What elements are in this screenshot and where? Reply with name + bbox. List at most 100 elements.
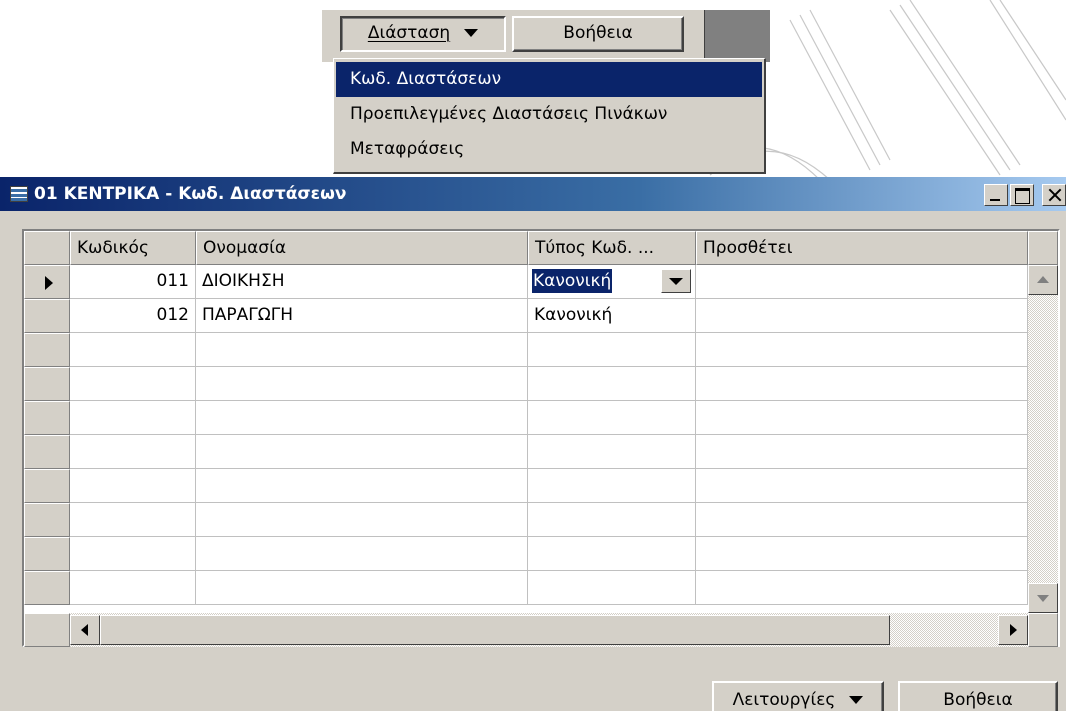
empty-cell[interactable]: [528, 435, 696, 469]
empty-cell[interactable]: [70, 401, 196, 435]
row-selector[interactable]: [24, 299, 70, 333]
cell-type-combobox[interactable]: Κανονική: [528, 265, 696, 299]
empty-cell[interactable]: [196, 435, 528, 469]
footer-row-selector: [24, 613, 70, 647]
empty-cell[interactable]: [196, 537, 528, 571]
empty-cell[interactable]: [696, 469, 1028, 503]
window-title: 01 ΚΕΝΤΡΙΚΑ - Κωδ. Διαστάσεων: [34, 184, 347, 204]
scroll-up-button[interactable]: [1028, 265, 1058, 295]
horizontal-scroll-thumb[interactable]: [100, 615, 890, 645]
combobox-dropdown-button[interactable]: [661, 269, 691, 293]
scroll-right-button[interactable]: [998, 615, 1028, 645]
empty-cell[interactable]: [196, 503, 528, 537]
row-selector[interactable]: [24, 435, 70, 469]
row-selector[interactable]: [24, 333, 70, 367]
menu-item-default-table-dimensions[interactable]: Προεπιλεγμένες Διαστάσεις Πινάκων: [336, 97, 762, 132]
cell-type-selected-value: Κανονική: [532, 269, 613, 293]
empty-cell[interactable]: [196, 571, 528, 605]
horizontal-scrollbar[interactable]: [70, 613, 1028, 647]
empty-table-row[interactable]: [24, 367, 1058, 401]
cell-name[interactable]: ΔΙΟΙΚΗΣΗ: [196, 265, 528, 299]
empty-cell[interactable]: [696, 435, 1028, 469]
cell-type[interactable]: Κανονική: [528, 299, 696, 333]
dropdown-arrow-icon: [849, 696, 864, 704]
empty-table-row[interactable]: [24, 503, 1058, 537]
help-button-top[interactable]: Βοήθεια: [512, 16, 684, 52]
empty-cell[interactable]: [696, 503, 1028, 537]
dimension-menu-button[interactable]: Διάσταση: [340, 16, 506, 52]
empty-cell[interactable]: [696, 571, 1028, 605]
dimension-menu-label: Διάσταση: [367, 23, 451, 43]
help-button-bottom[interactable]: Βοήθεια: [898, 681, 1058, 711]
empty-table-row[interactable]: [24, 571, 1058, 605]
maximize-button[interactable]: [1010, 184, 1034, 206]
menu-item-dimension-codes[interactable]: Κωδ. Διαστάσεων: [336, 62, 762, 97]
empty-cell[interactable]: [70, 537, 196, 571]
vertical-scrollbar[interactable]: [1028, 265, 1058, 613]
top-toolbar: Διάσταση Βοήθεια: [322, 10, 770, 62]
row-selector[interactable]: [24, 503, 70, 537]
empty-table-row[interactable]: [24, 537, 1058, 571]
cell-code[interactable]: 012: [70, 299, 196, 333]
empty-table-row[interactable]: [24, 435, 1058, 469]
empty-cell[interactable]: [528, 367, 696, 401]
empty-table-row[interactable]: [24, 401, 1058, 435]
window-titlebar[interactable]: 01 ΚΕΝΤΡΙΚΑ - Κωδ. Διαστάσεων: [0, 177, 1066, 211]
column-header-code[interactable]: Κωδικός: [70, 231, 196, 265]
row-selector[interactable]: [24, 401, 70, 435]
empty-table-row[interactable]: [24, 333, 1058, 367]
scroll-down-button[interactable]: [1028, 583, 1058, 613]
table-row[interactable]: 011 ΔΙΟΙΚΗΣΗ Κανονική: [24, 265, 1058, 299]
empty-cell[interactable]: [528, 333, 696, 367]
row-selector[interactable]: [24, 367, 70, 401]
dimension-codes-window: 01 ΚΕΝΤΡΙΚΑ - Κωδ. Διαστάσεων Κωδικός Ον…: [0, 177, 1066, 711]
row-selector[interactable]: [24, 265, 70, 299]
table-window-icon: [10, 186, 28, 202]
header-row-selector[interactable]: [24, 231, 70, 265]
menu-item-translations[interactable]: Μεταφράσεις: [336, 132, 762, 167]
scrollbar-corner: [1028, 613, 1058, 647]
row-selector[interactable]: [24, 571, 70, 605]
empty-cell[interactable]: [70, 367, 196, 401]
column-header-type[interactable]: Τύπος Κωδ. ...: [528, 231, 696, 265]
empty-table-row[interactable]: [24, 469, 1058, 503]
grid-footer-row: [24, 613, 1058, 647]
empty-cell[interactable]: [70, 503, 196, 537]
grid-header-row: Κωδικός Ονομασία Τύπος Κωδ. ... Προσθέτε…: [24, 231, 1058, 265]
cell-adds[interactable]: [696, 299, 1028, 333]
row-selector[interactable]: [24, 537, 70, 571]
row-selector[interactable]: [24, 469, 70, 503]
scroll-left-button[interactable]: [70, 615, 100, 645]
empty-cell[interactable]: [696, 367, 1028, 401]
empty-cell[interactable]: [196, 333, 528, 367]
dropdown-arrow-icon: [464, 29, 479, 37]
empty-cell[interactable]: [70, 571, 196, 605]
empty-cell[interactable]: [196, 367, 528, 401]
empty-cell[interactable]: [70, 469, 196, 503]
functions-button[interactable]: Λειτουργίες: [712, 681, 884, 711]
empty-cell[interactable]: [528, 571, 696, 605]
empty-cell[interactable]: [696, 401, 1028, 435]
cell-adds[interactable]: [696, 265, 1028, 299]
dimension-codes-grid: Κωδικός Ονομασία Τύπος Κωδ. ... Προσθέτε…: [22, 229, 1060, 647]
empty-cell[interactable]: [528, 537, 696, 571]
empty-cell[interactable]: [696, 537, 1028, 571]
minimize-button[interactable]: [984, 184, 1008, 206]
cell-code[interactable]: 011: [70, 265, 196, 299]
column-header-adds[interactable]: Προσθέτει: [696, 231, 1028, 265]
close-button[interactable]: [1042, 184, 1066, 206]
grid-rows: 011 ΔΙΟΙΚΗΣΗ Κανονική 012 ΠΑΡΑΓΩΓΗ Κανον…: [24, 265, 1058, 605]
empty-cell[interactable]: [196, 401, 528, 435]
cell-name[interactable]: ΠΑΡΑΓΩΓΗ: [196, 299, 528, 333]
table-row[interactable]: 012 ΠΑΡΑΓΩΓΗ Κανονική: [24, 299, 1058, 333]
empty-cell[interactable]: [528, 503, 696, 537]
empty-cell[interactable]: [70, 333, 196, 367]
empty-rows: [24, 333, 1058, 605]
empty-cell[interactable]: [70, 435, 196, 469]
empty-cell[interactable]: [696, 333, 1028, 367]
dimension-dropdown-menu: Κωδ. Διαστάσεων Προεπιλεγμένες Διαστάσει…: [333, 58, 766, 174]
column-header-name[interactable]: Ονομασία: [196, 231, 528, 265]
empty-cell[interactable]: [528, 401, 696, 435]
empty-cell[interactable]: [196, 469, 528, 503]
empty-cell[interactable]: [528, 469, 696, 503]
